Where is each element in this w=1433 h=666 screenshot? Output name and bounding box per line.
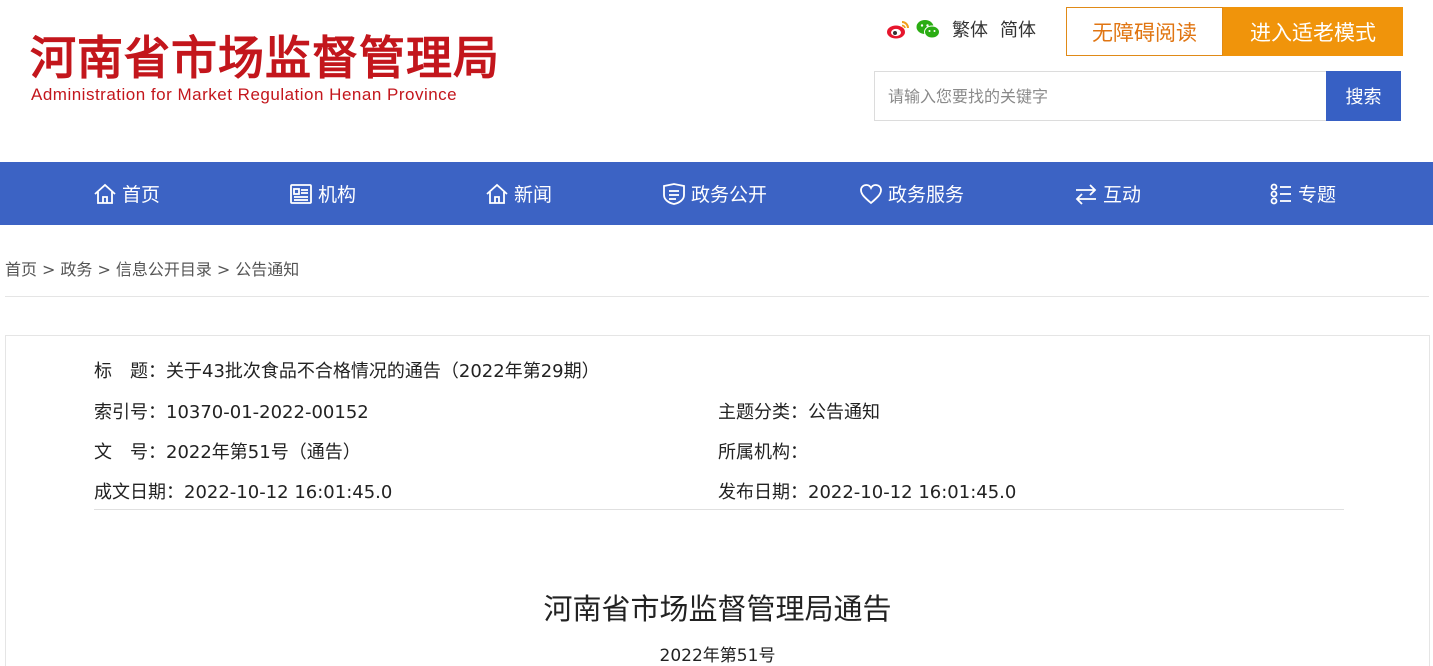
main-nav: 首页 机构 新闻 政务公开 政务服务 互动 专题 <box>0 162 1433 225</box>
breadcrumb-info-catalog[interactable]: 信息公开目录 <box>116 260 212 279</box>
site-logo-cn[interactable]: 河南省市场监督管理局 <box>30 22 500 88</box>
nav-item-label: 政务服务 <box>888 184 965 206</box>
search-input[interactable] <box>874 71 1327 121</box>
meta-index-value: 10370-01-2022-00152 <box>166 402 369 423</box>
meta-created-date: 成文日期：2022-10-12 16:01:45.0 <box>94 478 392 504</box>
lang-simplified-link[interactable]: 简体 <box>1000 16 1036 42</box>
nav-item-news[interactable]: 新闻 <box>484 162 552 225</box>
site-header: 河南省市场监督管理局 Administration for Market Reg… <box>0 0 1433 162</box>
meta-doc-no: 文 号：2022年第51号（通告） <box>94 438 361 464</box>
meta-published-label: 发布日期： <box>718 482 808 503</box>
meta-doc-no-label: 文 号： <box>94 442 166 463</box>
breadcrumb-separator: > <box>97 260 111 279</box>
nav-item-gov-service[interactable]: 政务服务 <box>858 162 964 225</box>
home-icon <box>94 183 116 204</box>
nav-item-label: 首页 <box>122 184 161 206</box>
meta-title-label: 标 题： <box>94 361 166 382</box>
meta-published-date: 发布日期：2022-10-12 16:01:45.0 <box>718 478 1016 504</box>
org-card-icon <box>290 183 312 204</box>
meta-published-value: 2022-10-12 16:01:45.0 <box>808 482 1017 503</box>
social-lang-bar: 繁体 简体 <box>886 16 1036 42</box>
meta-category-label: 主题分类： <box>718 402 808 423</box>
accessible-reading-button[interactable]: 无障碍阅读 <box>1066 7 1223 56</box>
breadcrumb-home[interactable]: 首页 <box>5 260 37 279</box>
topic-list-icon <box>1270 183 1291 204</box>
meta-agency: 所属机构： <box>718 438 808 464</box>
meta-divider <box>94 509 1344 510</box>
meta-category: 主题分类：公告通知 <box>718 398 880 424</box>
lang-traditional-link[interactable]: 繁体 <box>952 16 988 42</box>
search-button[interactable]: 搜索 <box>1326 71 1401 121</box>
nav-item-label: 专题 <box>1298 184 1337 206</box>
nav-item-home[interactable]: 首页 <box>92 162 160 225</box>
meta-created-value: 2022-10-12 16:01:45.0 <box>184 482 393 503</box>
breadcrumb-divider <box>5 296 1429 297</box>
wechat-icon[interactable] <box>916 18 940 40</box>
breadcrumb-separator: > <box>216 260 231 279</box>
meta-index-label: 索引号： <box>94 402 166 423</box>
shield-list-icon <box>663 182 685 205</box>
meta-title-value: 关于43批次食品不合格情况的通告（2022年第29期） <box>166 361 600 382</box>
breadcrumb: 首页 > 政务 > 信息公开目录 > 公告通知 <box>5 256 299 280</box>
exchange-arrows-icon <box>1075 183 1097 205</box>
meta-agency-label: 所属机构： <box>718 442 808 463</box>
meta-created-label: 成文日期： <box>94 482 184 503</box>
heart-icon <box>860 183 882 204</box>
weibo-icon[interactable] <box>886 18 910 40</box>
meta-title: 标 题：关于43批次食品不合格情况的通告（2022年第29期） <box>94 357 600 383</box>
breadcrumb-separator: > <box>42 260 56 279</box>
nav-item-label: 机构 <box>318 184 357 206</box>
document-number: 2022年第51号 <box>659 646 776 666</box>
meta-index: 索引号：10370-01-2022-00152 <box>94 398 369 424</box>
nav-item-label: 新闻 <box>514 184 553 206</box>
breadcrumb-notices[interactable]: 公告通知 <box>235 260 299 279</box>
document-title: 河南省市场监督管理局通告 <box>543 592 892 626</box>
nav-item-gov-open[interactable]: 政务公开 <box>661 162 767 225</box>
nav-item-interact[interactable]: 互动 <box>1073 162 1141 225</box>
nav-item-org[interactable]: 机构 <box>288 162 356 225</box>
nav-item-topic[interactable]: 专题 <box>1268 162 1336 225</box>
site-logo-en[interactable]: Administration for Market Regulation Hen… <box>31 85 457 105</box>
breadcrumb-gov[interactable]: 政务 <box>60 260 92 279</box>
elder-mode-button[interactable]: 进入适老模式 <box>1223 7 1403 56</box>
document-panel: 标 题：关于43批次食品不合格情况的通告（2022年第29期） 索引号：1037… <box>5 335 1430 666</box>
meta-doc-no-value: 2022年第51号（通告） <box>166 442 361 463</box>
nav-item-label: 政务公开 <box>691 184 768 206</box>
news-home-icon <box>486 183 508 204</box>
nav-item-label: 互动 <box>1103 184 1142 206</box>
meta-category-value: 公告通知 <box>808 402 880 423</box>
